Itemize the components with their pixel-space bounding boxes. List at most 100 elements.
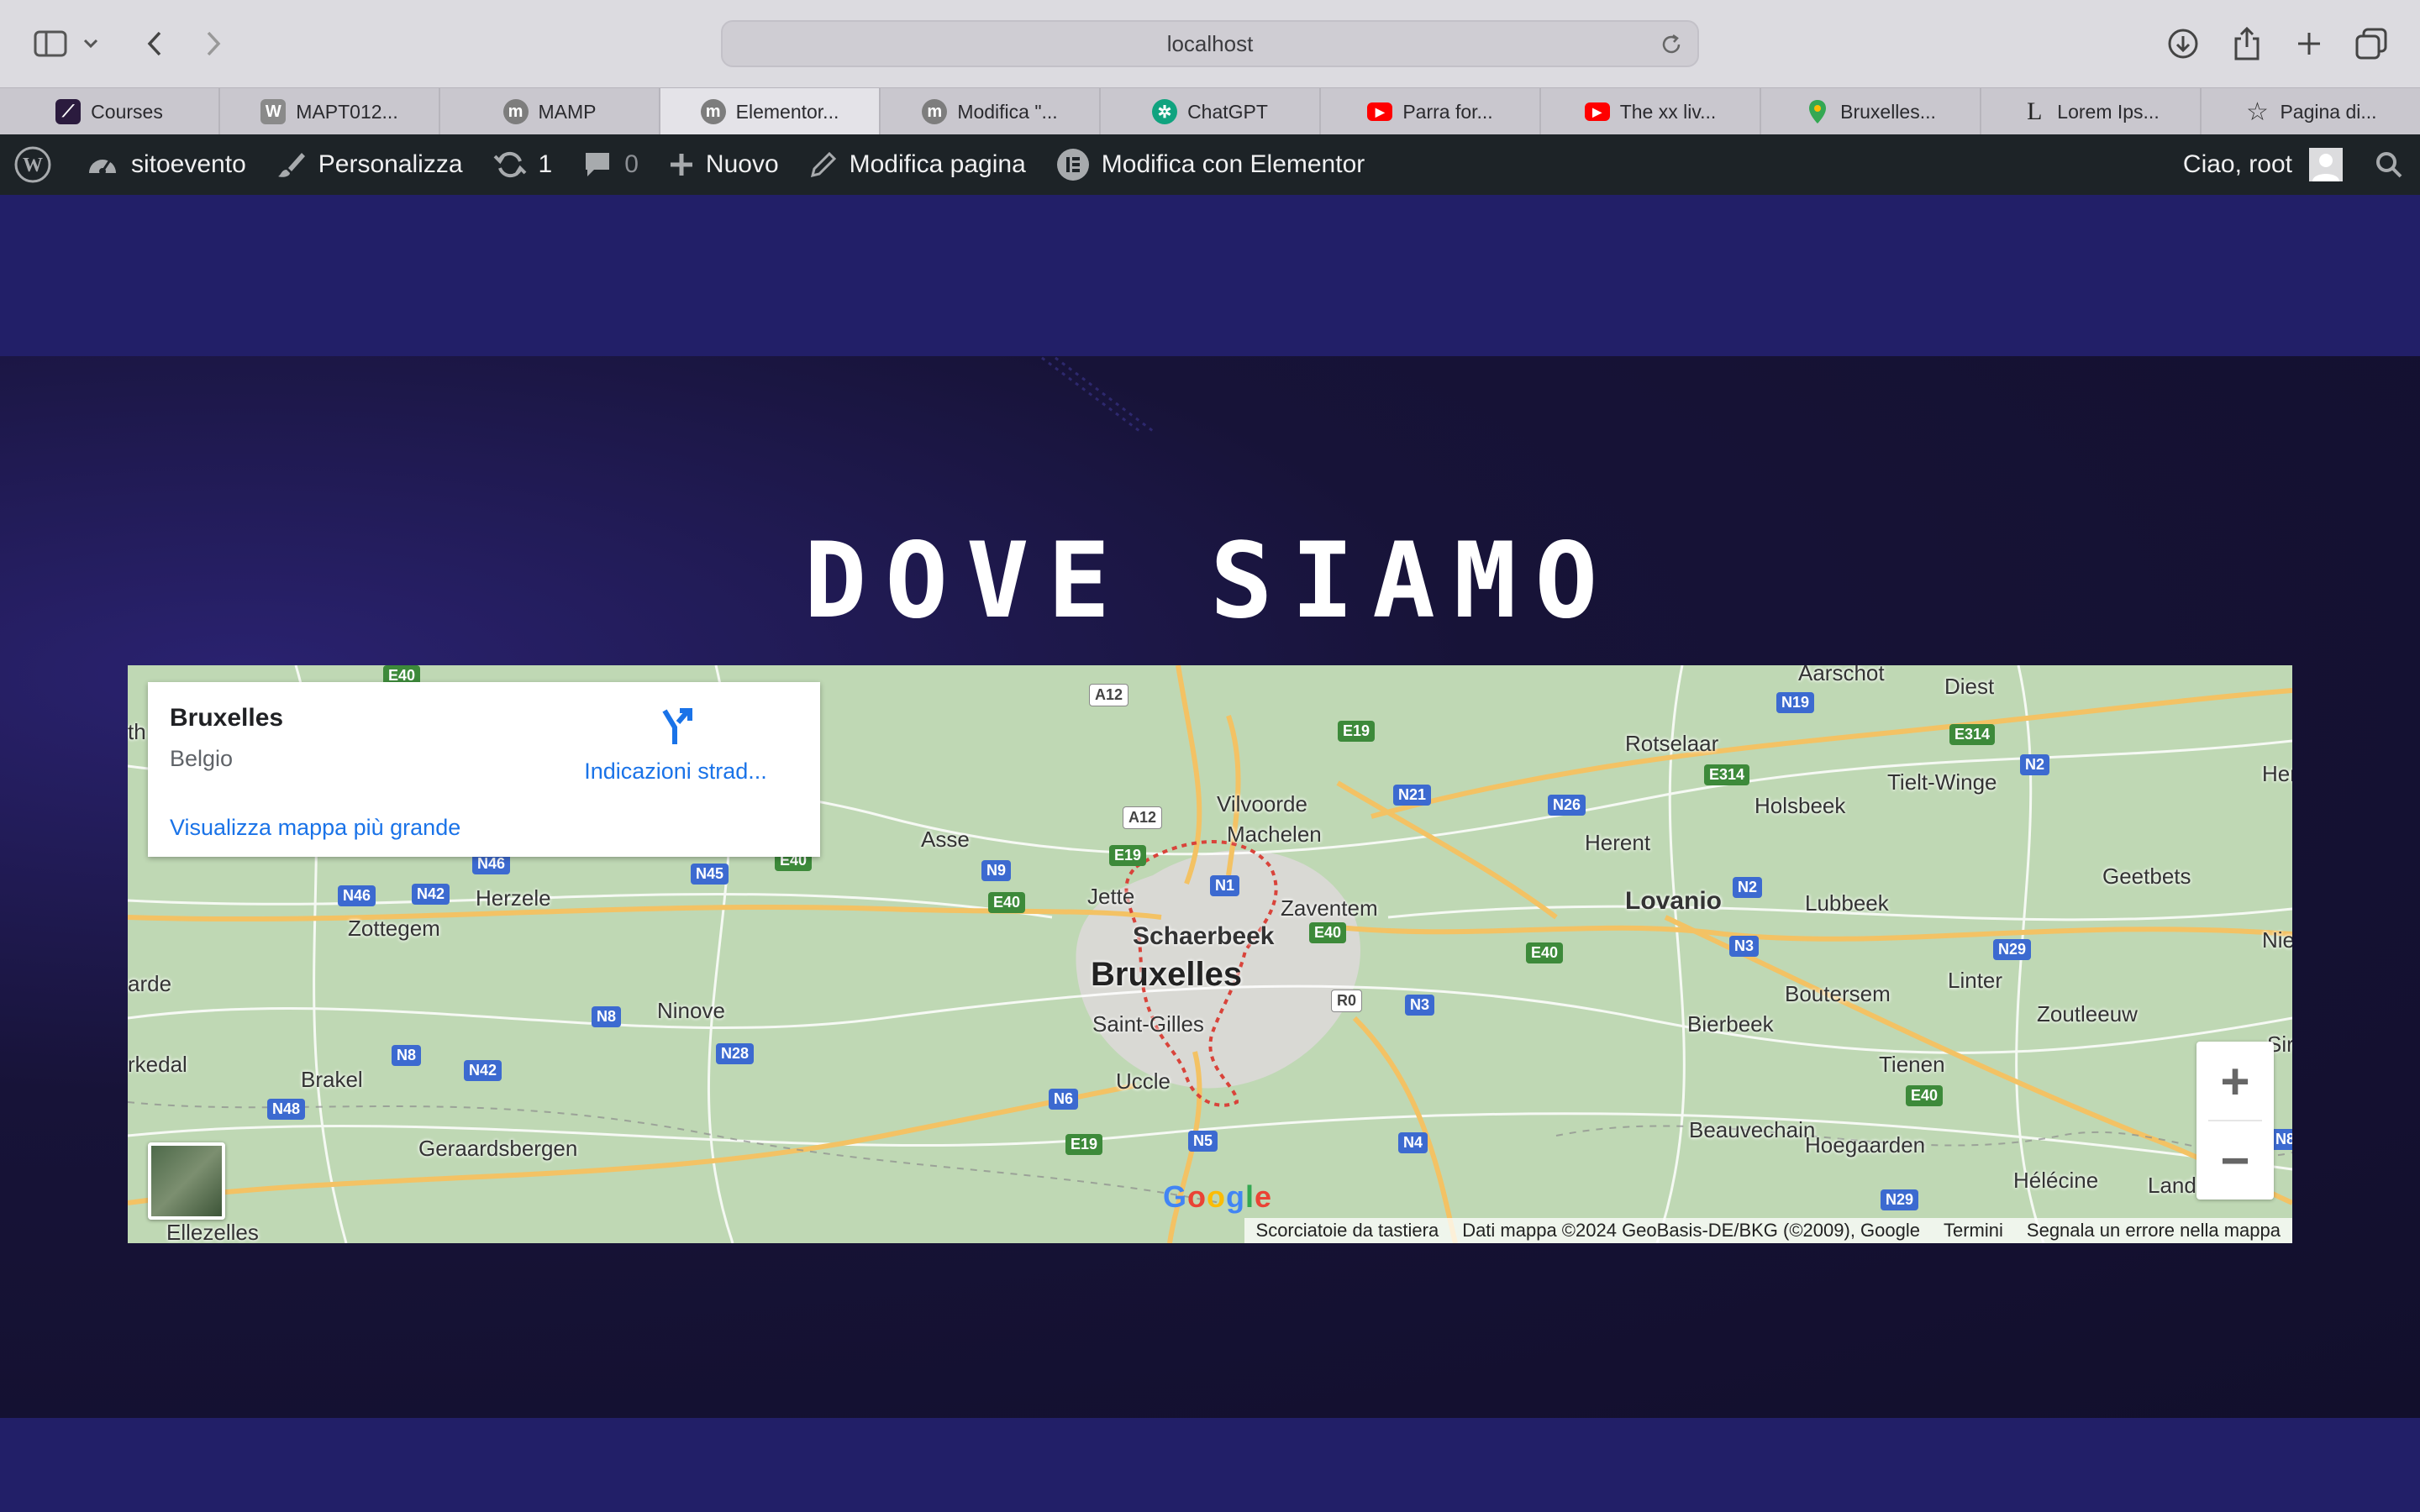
star-icon: ☆: [2246, 97, 2269, 126]
road-shield: E19: [1109, 845, 1147, 866]
account-greeting[interactable]: Ciao, root: [2183, 150, 2292, 179]
place-title: Bruxelles: [170, 704, 284, 732]
map-label-asse: Asse: [921, 827, 970, 852]
edit-page-label: Modifica pagina: [849, 150, 1026, 178]
road-shield: A12: [1123, 806, 1163, 829]
map-label-uccle: Uccle: [1116, 1068, 1171, 1094]
new-tab-icon[interactable]: [2286, 20, 2333, 67]
tab-chatgpt[interactable]: ✲ ChatGPT: [1101, 88, 1321, 135]
google-map[interactable]: Bruxelles Schaerbeek Saint-Gilles Uccle …: [128, 665, 2292, 1243]
map-label-ellezelles: Ellezelles: [166, 1220, 259, 1243]
tab-label: ChatGPT: [1187, 100, 1268, 123]
tab-overview-icon[interactable]: [2348, 20, 2395, 67]
map-label-tienen: Tienen: [1879, 1052, 1945, 1077]
map-label-th: th: [128, 719, 146, 744]
avatar[interactable]: [2309, 148, 2343, 181]
edit-page-link[interactable]: Modifica pagina: [809, 150, 1026, 179]
comments-count: 0: [624, 150, 639, 178]
road-shield: A12: [1089, 684, 1129, 706]
zoom-control: + −: [2196, 1042, 2274, 1200]
directions-button[interactable]: Indicazioni strad...: [575, 706, 776, 785]
share-icon[interactable]: [2223, 20, 2270, 67]
map-label-schaerbeek: Schaerbeek: [1133, 922, 1275, 950]
map-label-machelen: Machelen: [1227, 822, 1322, 847]
back-icon[interactable]: [131, 20, 178, 67]
address-bar[interactable]: localhost: [721, 20, 1699, 67]
map-label-vilvoorde: Vilvoorde: [1217, 791, 1307, 816]
tab-label: Bruxelles...: [1840, 100, 1936, 123]
map-label-diest: Diest: [1944, 674, 1995, 699]
map-label-rotselaar: Rotselaar: [1625, 731, 1719, 756]
mamp-icon: m: [922, 99, 948, 124]
map-label-zoutleeuw: Zoutleeuw: [2037, 1001, 2138, 1026]
directions-icon: [655, 708, 697, 751]
sidebar-toggle-icon[interactable]: [27, 20, 74, 67]
map-label-saint-gilles: Saint-Gilles: [1092, 1011, 1204, 1037]
satellite-toggle[interactable]: [148, 1142, 225, 1220]
map-label-linter: Linter: [1948, 968, 2003, 993]
tab-modifica[interactable]: m Modifica "...: [881, 88, 1101, 135]
keyboard-shortcuts-link[interactable]: Scorciatoie da tastiera: [1256, 1220, 1439, 1242]
tab-courses[interactable]: ⟋ Courses: [0, 88, 220, 135]
road-shield: N8: [392, 1045, 422, 1066]
tab-youtube-thexx[interactable]: ▶ The xx liv...: [1541, 88, 1761, 135]
tab-mapt012[interactable]: W MAPT012...: [220, 88, 440, 135]
reload-icon[interactable]: [1659, 32, 1684, 61]
tab-elementor[interactable]: m Elementor...: [660, 88, 881, 135]
map-label-arde: arde: [128, 971, 172, 996]
place-subtitle: Belgio: [170, 746, 234, 771]
map-label-zaventem: Zaventem: [1281, 895, 1378, 921]
zoom-divider: [2208, 1120, 2262, 1121]
road-shield: E314: [1704, 764, 1750, 785]
customize-link[interactable]: Personalizza: [276, 150, 463, 180]
report-error-link[interactable]: Segnala un errore nella mappa: [2027, 1220, 2281, 1242]
admin-bar-right: Ciao, root: [2183, 134, 2420, 195]
terms-link[interactable]: Termini: [1944, 1220, 2003, 1242]
place-info-card: Bruxelles Belgio Visualizza mappa più gr…: [148, 682, 820, 857]
road-shield: N42: [412, 884, 450, 905]
youtube-icon: ▶: [1367, 102, 1393, 121]
comments-link[interactable]: 0: [582, 150, 639, 180]
url-text: localhost: [1166, 30, 1254, 56]
directions-label: Indicazioni strad...: [584, 759, 767, 784]
new-label: Nuovo: [705, 150, 779, 178]
site-name-link[interactable]: sitoevento: [86, 148, 246, 181]
updates-link[interactable]: 1: [493, 150, 552, 180]
road-shield: N2: [1733, 877, 1763, 898]
map-label-lubbeek: Lubbeek: [1805, 890, 1889, 916]
search-icon[interactable]: [2375, 150, 2403, 179]
zoom-out-button[interactable]: −: [2196, 1121, 2274, 1200]
road-shield: N6: [1049, 1089, 1079, 1110]
tab-lorem[interactable]: L Lorem Ips...: [1981, 88, 2202, 135]
tab-label: Pagina di...: [2280, 100, 2377, 123]
tab-label: MAMP: [538, 100, 597, 123]
new-content-link[interactable]: Nuovo: [669, 150, 779, 179]
svg-text:W: W: [23, 155, 43, 176]
map-label-ninove: Ninove: [657, 998, 725, 1023]
site-name: sitoevento: [131, 150, 246, 178]
road-shield: N8: [592, 1006, 622, 1027]
download-icon[interactable]: [2160, 20, 2207, 67]
wikipedia-icon: W: [260, 99, 287, 124]
forward-icon[interactable]: [190, 20, 237, 67]
tab-mamp[interactable]: m MAMP: [440, 88, 660, 135]
tab-youtube-parra[interactable]: ▶ Parra for...: [1321, 88, 1541, 135]
site-footer-band: [0, 1418, 2420, 1512]
pencil-icon: [810, 151, 836, 178]
chevron-down-icon[interactable]: [76, 20, 106, 67]
browser-toolbar: localhost: [0, 0, 2420, 87]
map-label-lovanio: Lovanio: [1625, 887, 1723, 915]
road-shield: E40: [988, 892, 1026, 913]
map-data-text: Dati mappa ©2024 GeoBasis-DE/BKG (©2009)…: [1462, 1220, 1920, 1241]
updates-icon: [493, 151, 526, 178]
zoom-in-button[interactable]: +: [2196, 1042, 2274, 1121]
google-maps-icon: [1805, 99, 1830, 124]
wordpress-logo-icon[interactable]: W: [13, 145, 52, 184]
larger-map-link[interactable]: Visualizza mappa più grande: [170, 815, 460, 841]
customize-label: Personalizza: [318, 150, 463, 178]
tab-pagina[interactable]: ☆ Pagina di...: [2202, 88, 2420, 135]
map-label-herzele: Herzele: [476, 885, 551, 911]
tab-bruxelles[interactable]: Bruxelles...: [1761, 88, 1981, 135]
brush-icon: [277, 153, 305, 177]
edit-elementor-link[interactable]: Modifica con Elementor: [1056, 148, 1365, 181]
